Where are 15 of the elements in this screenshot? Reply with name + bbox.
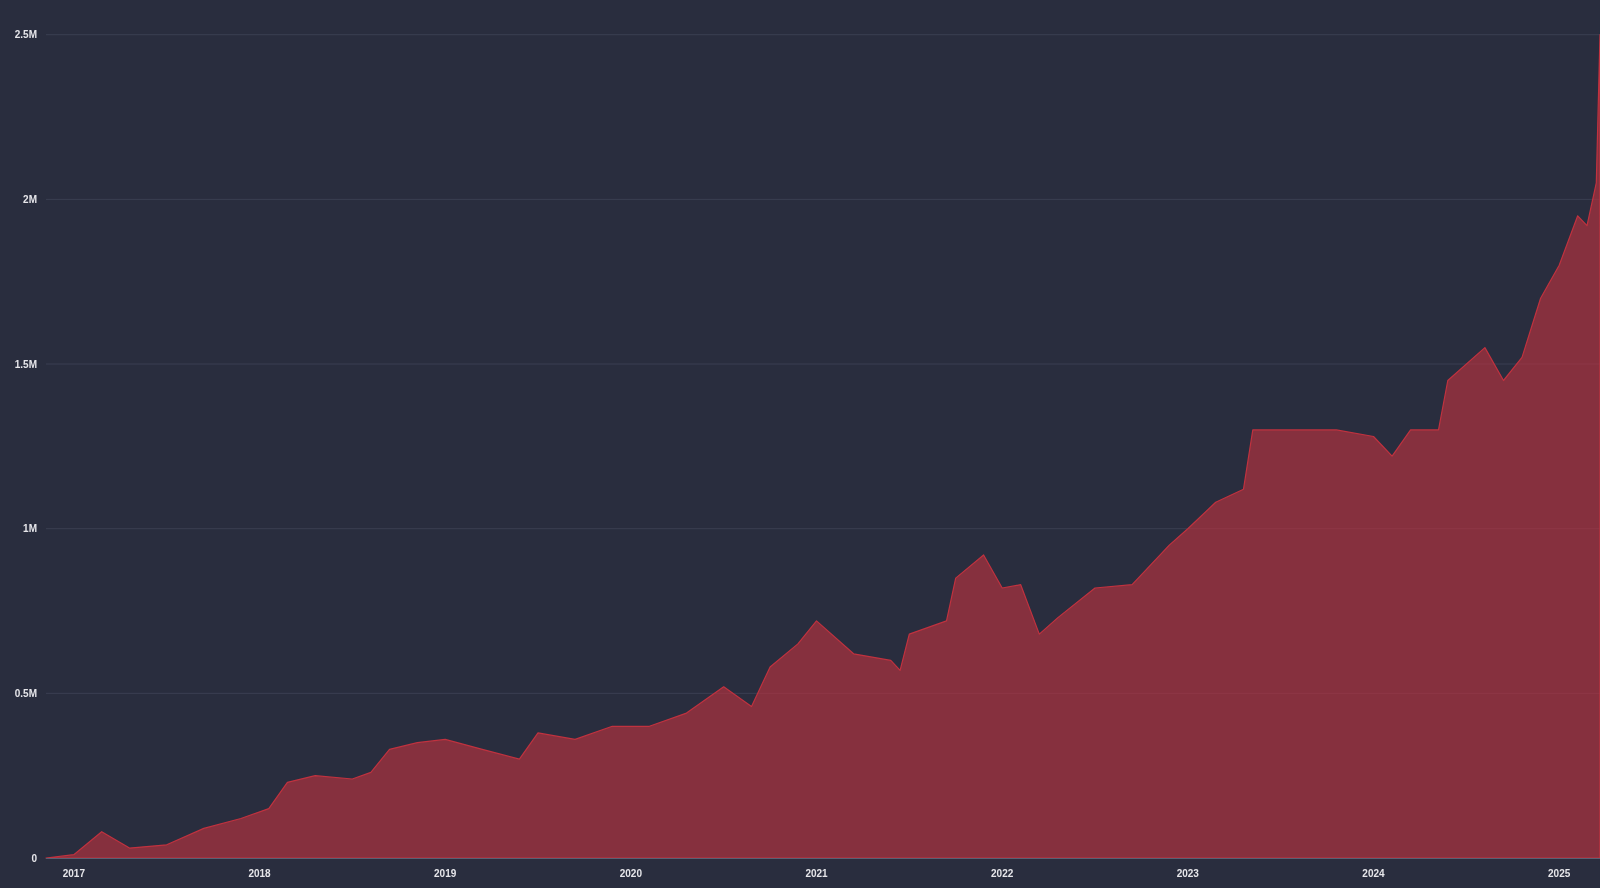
axis-tick-label: 2.5M [14,29,37,41]
axis-tick-label: 2022 [991,868,1014,879]
axis-tick-label: 2025 [1548,868,1571,879]
axis-tick-label: 1M [23,523,37,535]
axis-tick-label: 2M [23,193,37,205]
axis-tick-label: 2017 [62,868,85,879]
axis-tick-label: 2024 [1362,868,1385,879]
axis-tick-label: 2023 [1176,868,1199,879]
axis-tick-label: 2021 [805,868,828,879]
axis-tick-label: 0 [31,852,37,864]
axis-tick-label: 2019 [434,868,457,879]
axis-tick-label: 1.5M [14,358,37,370]
axis-tick-label: 2018 [248,868,271,879]
axis-tick-label: 0.5M [14,687,37,699]
axis-tick-label: 2020 [619,868,642,879]
